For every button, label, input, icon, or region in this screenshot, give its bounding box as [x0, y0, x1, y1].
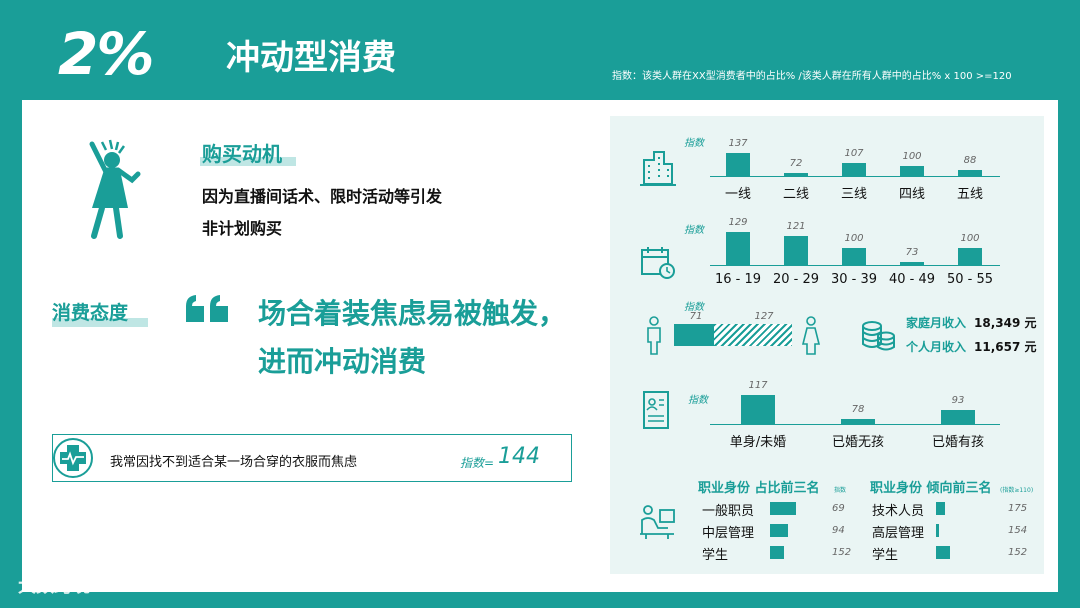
age-value-label: 100 [960, 233, 980, 245]
stressed-person-icon [89, 139, 141, 239]
age-category-label: 16 - 19 [714, 272, 762, 287]
quote-mark-icon [186, 295, 228, 322]
city-category-label: 五线 [956, 187, 983, 202]
job-tendency-index-note: (指数≥110) [1000, 487, 1034, 494]
age-bar [900, 262, 924, 265]
job-tendency-item-bar [936, 546, 950, 559]
female-bar [714, 324, 792, 346]
job-tendency-item-index: 152 [1008, 547, 1028, 558]
age-category-label: 40 - 49 [888, 272, 936, 287]
page-title: 冲动型消费 [226, 38, 396, 78]
personal-income-value: 11,657 元 [974, 340, 1037, 354]
age-value-label: 73 [905, 247, 919, 258]
age-value-label: 121 [786, 221, 806, 233]
office-worker-icon [640, 505, 675, 539]
job-tendency-item-bar [936, 524, 939, 537]
job-share-item-label: 中层管理 [702, 526, 755, 541]
percent-value: 2% [58, 20, 154, 88]
marital-category-label: 已婚有孩 [931, 435, 984, 450]
age-baseline [710, 265, 1000, 266]
motive-line-1: 因为直播间话术、限时活动等引发 [202, 187, 443, 206]
index-definition-note: 指数：该类人群在XX型消费者中的占比% /该类人群在所有人群中的占比% x 10… [612, 71, 1012, 82]
city-value-label: 137 [728, 138, 748, 150]
female-icon [801, 316, 821, 355]
city-category-label: 一线 [724, 187, 751, 202]
age-category-label: 30 - 39 [830, 272, 878, 287]
city-bar [726, 153, 750, 176]
city-baseline [710, 176, 1000, 177]
male-icon [647, 316, 661, 355]
marital-category-label: 已婚无孩 [831, 435, 884, 450]
building-icon [640, 151, 676, 186]
age-value-label: 100 [844, 233, 864, 245]
job-share-item-bar [770, 524, 788, 537]
city-category-label: 三线 [840, 187, 867, 202]
family-income-value: 18,349 元 [974, 316, 1037, 330]
marital-baseline [710, 424, 1000, 425]
age-value-label: 129 [728, 216, 748, 228]
city-index-word: 指数 [684, 138, 704, 149]
attitude-line-2: 进而冲动消费 [258, 345, 427, 378]
job-tendency-title: 职业身份 倾向前三名 [870, 481, 992, 496]
city-bar [958, 169, 982, 176]
marital-value-label: 117 [748, 379, 768, 391]
age-bar [784, 236, 808, 265]
age-category-label: 50 - 55 [946, 272, 994, 287]
age-bar [958, 248, 982, 265]
age-bar [842, 248, 866, 265]
city-bar [842, 163, 866, 176]
statement-index-value: 144 [498, 444, 540, 469]
city-value-label: 72 [789, 158, 803, 169]
city-bar [900, 165, 924, 176]
age-category-label: 20 - 29 [772, 272, 820, 287]
male-index-value: 71 [689, 311, 703, 322]
job-tendency-item-bar [936, 502, 945, 515]
personal-income-label: 个人月收入 [906, 340, 967, 354]
job-share-item-index: 152 [832, 547, 852, 558]
statement-index-label: 指数= [460, 456, 495, 470]
job-tendency-item-index: 154 [1008, 525, 1028, 536]
watermark: 大数跨境 [18, 576, 90, 597]
marital-index-word: 指数 [688, 395, 708, 406]
city-bar [784, 173, 808, 176]
job-tendency-item-index: 175 [1008, 503, 1028, 514]
male-bar [674, 324, 714, 346]
attitude-line-1: 场合着装焦虑易被触发， [258, 297, 567, 330]
city-value-label: 107 [844, 148, 864, 160]
medical-cross-icon [53, 438, 93, 478]
job-share-item-bar [770, 546, 784, 559]
family-income-label: 家庭月收入 [906, 316, 967, 330]
city-category-label: 四线 [898, 187, 925, 202]
motive-line-2: 非计划购买 [202, 219, 283, 238]
job-share-item-index: 69 [832, 503, 845, 514]
coins-icon [862, 321, 895, 351]
job-share-title: 职业身份 占比前三名 [698, 481, 820, 496]
marital-bar [741, 394, 775, 424]
marital-value-label: 93 [951, 394, 965, 406]
job-tendency-item-label: 学生 [872, 548, 899, 563]
marital-category-label: 单身/未婚 [729, 435, 787, 450]
job-share-item-label: 学生 [702, 548, 729, 563]
motive-label: 购买动机 [202, 142, 282, 166]
document-profile-icon [643, 391, 669, 429]
job-share-item-label: 一般职员 [702, 504, 755, 519]
statement-text: 我常因找不到适合某一场合穿的衣服而焦虑 [110, 455, 358, 470]
female-index-value: 127 [754, 311, 774, 322]
attitude-label: 消费态度 [52, 302, 129, 324]
calendar-clock-icon [641, 247, 675, 279]
city-value-label: 88 [963, 154, 977, 166]
marital-value-label: 78 [851, 404, 865, 416]
job-share-item-index: 94 [832, 525, 845, 536]
age-bar [726, 231, 750, 265]
job-tendency-item-label: 技术人员 [872, 504, 925, 519]
job-share-index-note: 指数 [834, 487, 847, 494]
job-tendency-item-label: 高层管理 [872, 526, 925, 541]
city-value-label: 100 [902, 150, 922, 162]
city-category-label: 二线 [782, 187, 809, 202]
job-share-item-bar [770, 502, 796, 515]
marital-bar [941, 409, 975, 424]
age-index-word: 指数 [684, 225, 704, 236]
marital-bar [841, 419, 875, 424]
